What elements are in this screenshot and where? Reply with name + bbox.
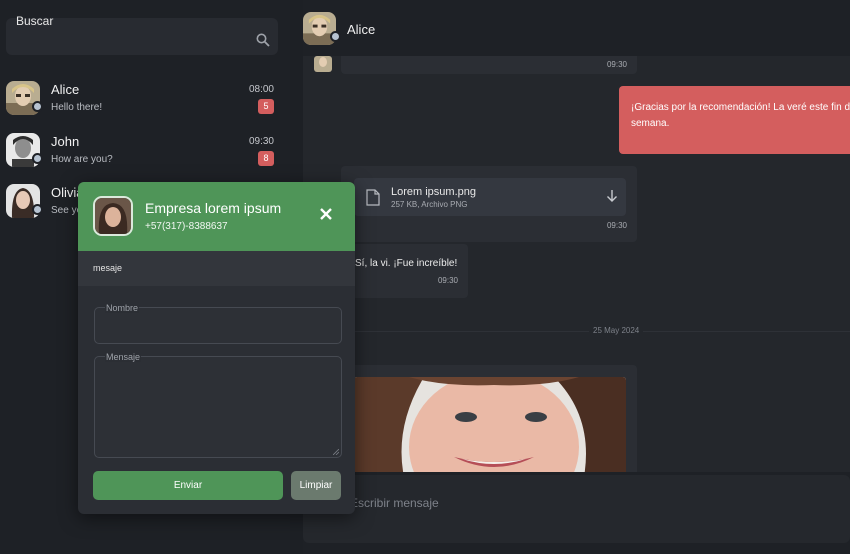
message-input[interactable]: Escribir mensaje	[303, 475, 850, 543]
status-indicator	[32, 101, 43, 112]
popup-tab: mesaje	[78, 251, 355, 286]
send-button[interactable]: Enviar	[93, 471, 283, 500]
date-label: 25 May 2024	[589, 326, 644, 335]
file-icon	[366, 189, 380, 206]
message-time: 09:30	[606, 60, 627, 69]
contact-name: Alice	[51, 82, 80, 97]
contact-popup: Empresa lorem ipsum +57(317)-8388637 mes…	[78, 182, 355, 514]
contact-name: John	[51, 134, 80, 149]
name-field-label: Nombre	[105, 303, 140, 313]
message-text: Sí, la vi. ¡Fue increíble!	[355, 258, 458, 269]
search-label: Buscar	[16, 14, 54, 28]
chat-contact-name: Alice	[347, 22, 376, 37]
message-field[interactable]: Mensaje	[94, 352, 342, 458]
chat-header: Alice	[303, 0, 850, 56]
search-icon[interactable]	[256, 33, 270, 47]
contact-time: 08:00	[248, 84, 274, 95]
message-bubble: 09:30	[341, 56, 637, 74]
contact-item-alice[interactable]: Alice Hello there! 08:00 5	[0, 81, 290, 131]
file-name: Lorem ipsum.png	[391, 186, 476, 198]
message-list[interactable]: 09:30 ¡Gracias por la recomendación! La …	[303, 56, 850, 472]
message-input-placeholder: Escribir mensaje	[350, 496, 439, 510]
popup-tab-label: mesaje	[93, 263, 123, 273]
close-icon[interactable]	[319, 207, 333, 221]
message-text: ¡Gracias por la recomendación! La veré e…	[631, 102, 850, 129]
composer: Escribir mensaje	[303, 472, 850, 554]
file-meta: 257 KB, Archivo PNG	[391, 200, 468, 209]
outgoing-message: ¡Gracias por la recomendación! La veré e…	[619, 86, 850, 154]
company-phone: +57(317)-8388637	[145, 221, 228, 232]
file-attachment[interactable]: Lorem ipsum.png 257 KB, Archivo PNG	[354, 178, 626, 216]
name-field[interactable]: Nombre	[94, 303, 342, 344]
status-indicator	[32, 204, 43, 215]
unread-badge: 5	[258, 99, 274, 114]
message-field-label: Mensaje	[105, 352, 142, 362]
company-avatar	[93, 196, 133, 236]
message-bubble: Sí, la vi. ¡Fue increíble! 09:30	[341, 244, 468, 298]
message-avatar	[314, 56, 332, 72]
status-indicator	[32, 153, 43, 164]
clear-button[interactable]: Limpiar	[291, 471, 341, 500]
contact-item-john[interactable]: John How are you? 09:30 8	[0, 133, 290, 183]
message-time: 09:30	[437, 276, 458, 285]
status-indicator	[330, 31, 341, 42]
date-divider	[303, 331, 850, 332]
contact-time: 09:30	[248, 136, 274, 147]
message-time: 09:30	[606, 221, 627, 230]
download-icon[interactable]	[606, 189, 618, 203]
company-name: Empresa lorem ipsum	[145, 200, 282, 216]
contact-preview: How are you?	[51, 154, 113, 165]
resize-handle-icon[interactable]	[333, 449, 339, 455]
unread-badge: 8	[258, 151, 274, 166]
image-attachment[interactable]	[354, 377, 626, 472]
popup-header: Empresa lorem ipsum +57(317)-8388637	[78, 182, 355, 251]
contact-preview: Hello there!	[51, 102, 103, 113]
